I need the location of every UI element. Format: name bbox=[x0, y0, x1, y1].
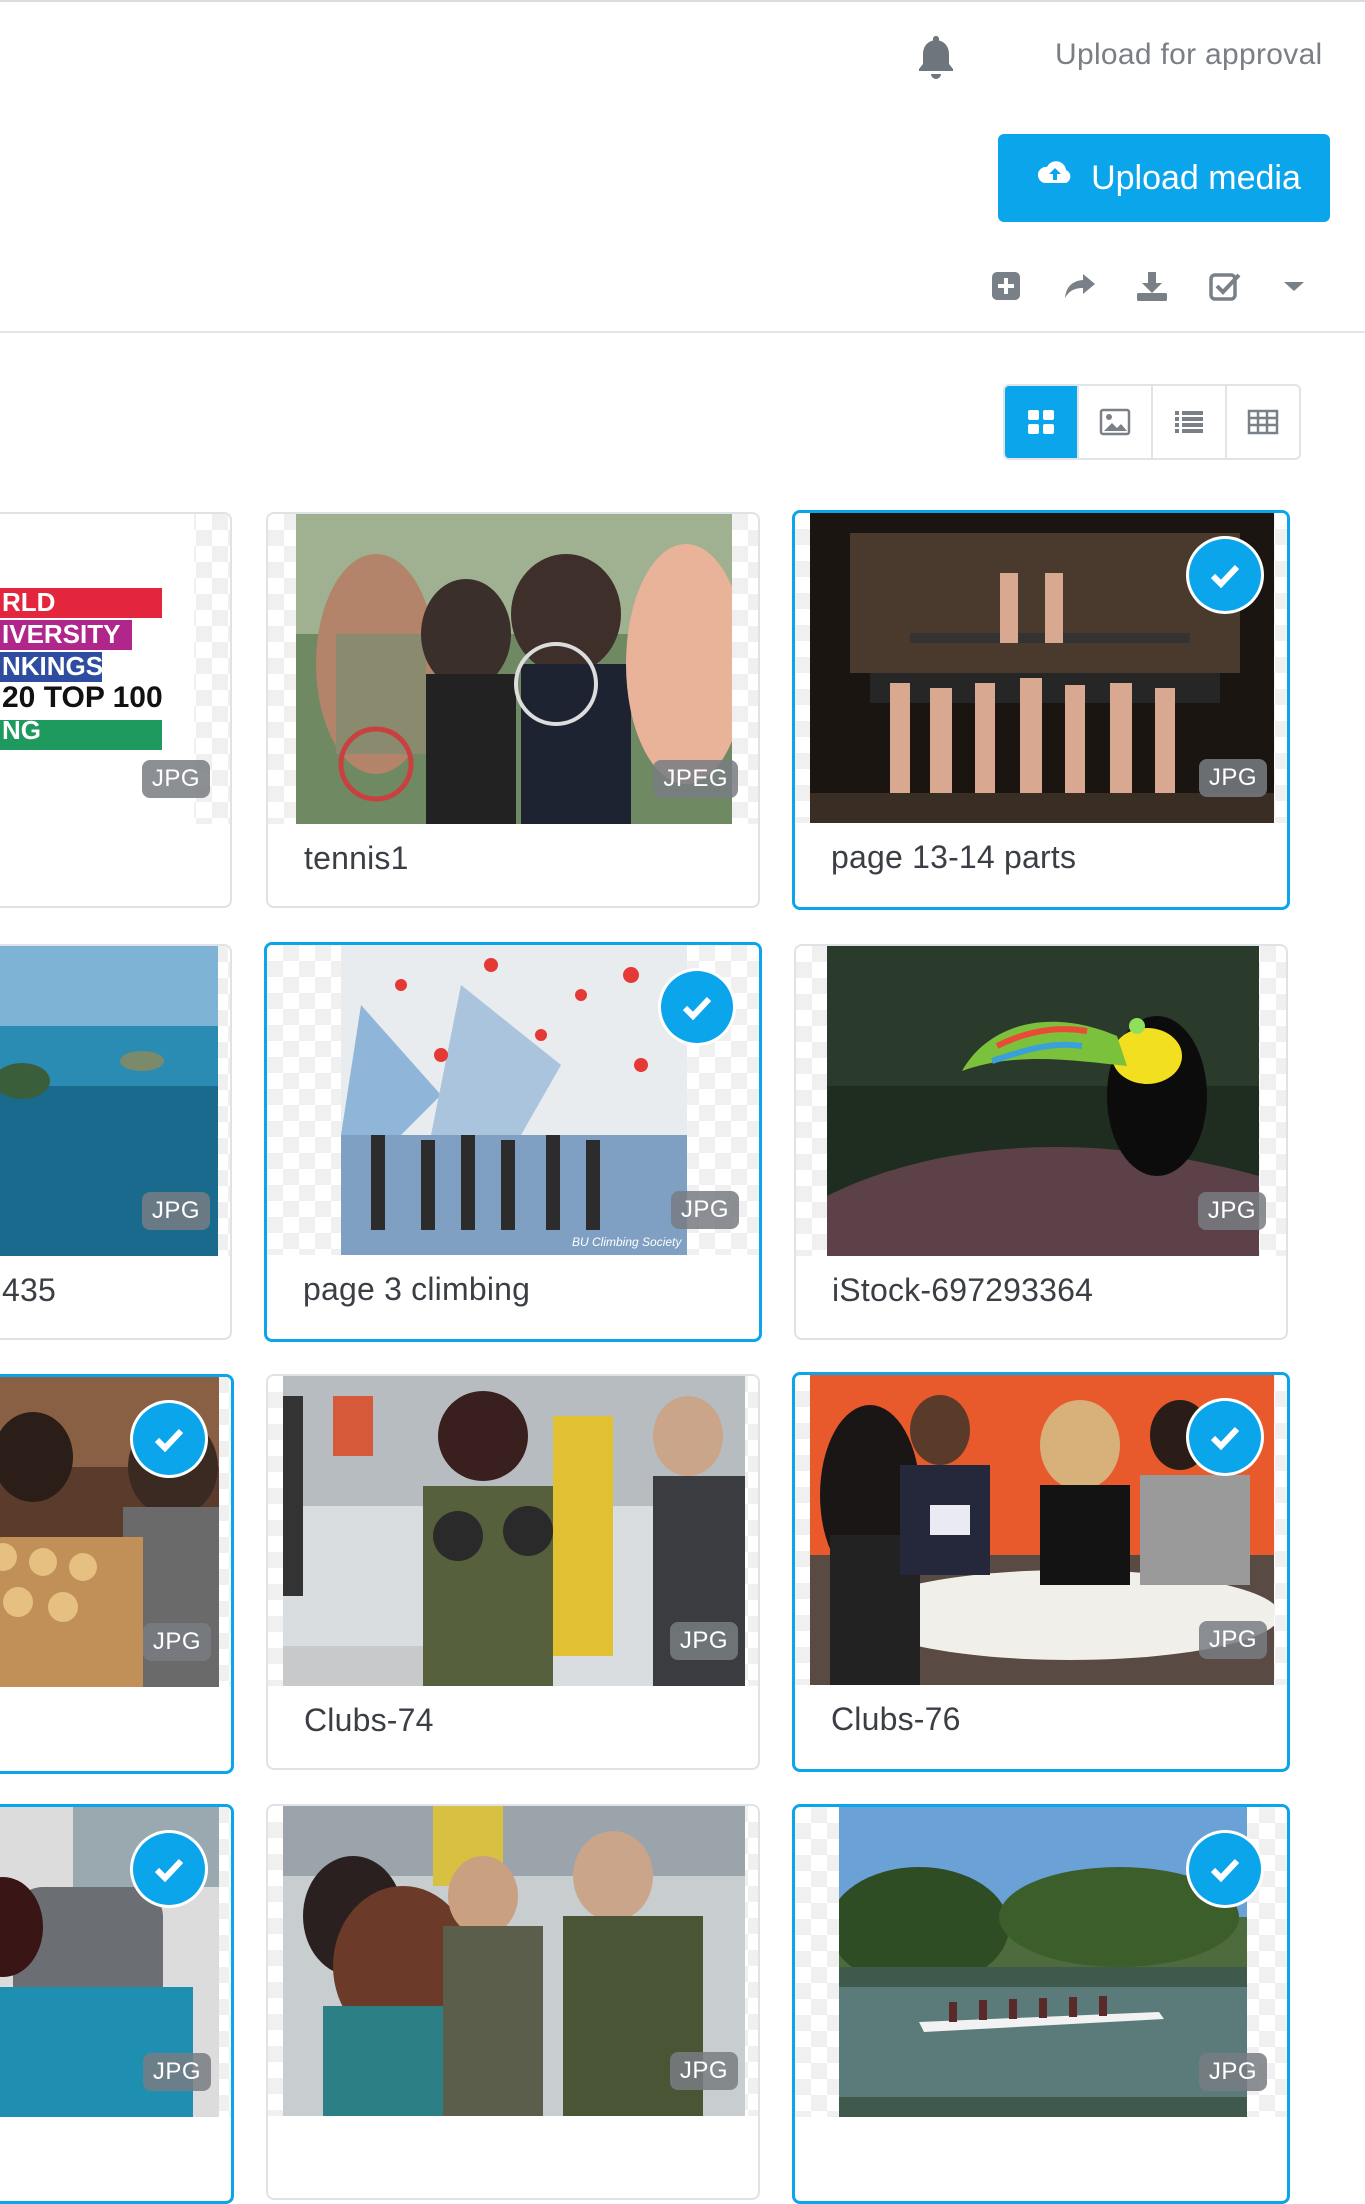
format-badge: JPG bbox=[141, 1192, 210, 1230]
media-title: page 3 climbing bbox=[303, 1271, 531, 1307]
notifications-bell-icon[interactable] bbox=[914, 32, 958, 82]
media-card[interactable]: JPG bbox=[0, 1374, 234, 1774]
media-title: tennis1 bbox=[304, 840, 409, 876]
upload-media-button[interactable]: Upload media bbox=[998, 134, 1330, 222]
media-title: Clubs-74 bbox=[304, 1702, 434, 1738]
media-card[interactable]: JPG Clubs-74 bbox=[266, 1374, 760, 1770]
table-icon bbox=[1247, 409, 1279, 435]
format-badge: JPG bbox=[142, 1623, 211, 1661]
climbing-caption: BU Climbing Society bbox=[572, 1235, 682, 1249]
plus-square-icon[interactable] bbox=[988, 268, 1024, 304]
media-thumbnail: JPG bbox=[268, 1376, 758, 1686]
selected-check-icon[interactable] bbox=[661, 971, 733, 1043]
selected-check-icon[interactable] bbox=[133, 1403, 205, 1475]
media-card[interactable]: JPG 435 bbox=[0, 944, 232, 1340]
upload-media-label: Upload media bbox=[1091, 158, 1301, 197]
media-title: 435 bbox=[2, 1272, 56, 1308]
media-card[interactable]: JPG page 13-14 parts bbox=[792, 510, 1290, 910]
check-square-icon[interactable] bbox=[1207, 268, 1243, 304]
caret-down-icon[interactable] bbox=[1276, 268, 1312, 304]
media-card[interactable]: RLD IVERSITY NKINGS 20 TOP 100 NG JPG bbox=[0, 512, 232, 908]
media-thumbnail: JPG bbox=[796, 946, 1286, 1256]
view-toggle bbox=[1003, 384, 1301, 460]
list-view-button[interactable] bbox=[1153, 386, 1227, 458]
media-thumbnail: JPEG bbox=[268, 514, 758, 824]
cloud-upload-icon bbox=[1035, 154, 1075, 203]
media-thumbnail: JPG bbox=[268, 1806, 758, 2116]
format-badge: JPEG bbox=[653, 760, 738, 798]
format-badge: JPG bbox=[669, 1622, 738, 1660]
list-icon bbox=[1175, 411, 1203, 433]
media-thumbnail: JPG bbox=[0, 946, 230, 1256]
format-badge: JPG bbox=[1197, 1192, 1266, 1230]
table-view-button[interactable] bbox=[1227, 386, 1299, 458]
media-card[interactable]: JPG bbox=[792, 1804, 1290, 2204]
image-view-button[interactable] bbox=[1079, 386, 1153, 458]
media-card[interactable]: JPG iStock-697293364 bbox=[794, 944, 1288, 1340]
media-title: Clubs-76 bbox=[831, 1701, 961, 1737]
format-badge: JPG bbox=[670, 1191, 739, 1229]
media-title: iStock-697293364 bbox=[832, 1272, 1094, 1308]
selected-check-icon[interactable] bbox=[133, 1833, 205, 1905]
ranking-text: RLD IVERSITY NKINGS 20 TOP 100 NG bbox=[2, 587, 163, 745]
grid-icon bbox=[1028, 410, 1054, 434]
media-card[interactable]: JPG bbox=[0, 1804, 234, 2204]
grid-view-button[interactable] bbox=[1005, 386, 1079, 458]
download-icon[interactable] bbox=[1134, 268, 1170, 304]
upload-for-approval-link[interactable]: Upload for approval bbox=[1055, 38, 1323, 72]
share-icon[interactable] bbox=[1061, 268, 1097, 304]
format-badge: JPG bbox=[1198, 1621, 1267, 1659]
media-card[interactable]: BU Climbing Society JPG page 3 climbing bbox=[264, 942, 762, 1342]
selected-check-icon[interactable] bbox=[1189, 539, 1261, 611]
media-thumbnail: RLD IVERSITY NKINGS 20 TOP 100 NG JPG bbox=[0, 514, 230, 824]
selected-check-icon[interactable] bbox=[1189, 1401, 1261, 1473]
format-badge: JPG bbox=[1198, 2053, 1267, 2091]
top-border bbox=[0, 0, 1365, 2]
format-badge: JPG bbox=[142, 2053, 211, 2091]
format-badge: JPG bbox=[1198, 759, 1267, 797]
format-badge: JPG bbox=[141, 760, 210, 798]
header-divider bbox=[0, 331, 1365, 333]
format-badge: JPG bbox=[669, 2052, 738, 2090]
media-title: page 13-14 parts bbox=[831, 839, 1077, 875]
media-card[interactable]: JPEG tennis1 bbox=[266, 512, 760, 908]
media-card[interactable]: JPG bbox=[266, 1804, 760, 2200]
selected-check-icon[interactable] bbox=[1189, 1833, 1261, 1905]
image-icon bbox=[1099, 408, 1131, 436]
media-card[interactable]: JPG Clubs-76 bbox=[792, 1372, 1290, 1772]
